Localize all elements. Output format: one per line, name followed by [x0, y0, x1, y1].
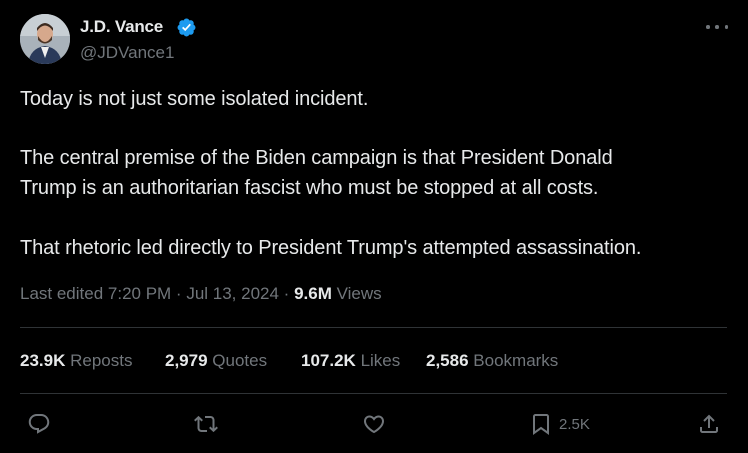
bookmark-button[interactable]: 2.5K — [529, 410, 590, 438]
avatar[interactable] — [20, 14, 70, 64]
tweet-text-line: The central premise of the Biden campaig… — [20, 147, 613, 169]
repost-button[interactable] — [194, 410, 218, 438]
views-label: Views — [336, 284, 382, 303]
edited-timestamp[interactable]: Last edited 7:20 PM · Jul 13, 2024 · — [20, 284, 289, 303]
tweet-text-line: Today is not just some isolated incident… — [20, 88, 369, 110]
bookmark-count: 2.5K — [559, 415, 590, 433]
author-handle[interactable]: @JDVance1 — [80, 43, 174, 63]
tweet-text-line: That rhetoric led directly to President … — [20, 237, 642, 259]
reply-button[interactable] — [27, 410, 51, 438]
divider — [20, 327, 727, 328]
likes-count: 107.2K — [301, 351, 356, 370]
reposts-stat[interactable]: 23.9K Reposts — [20, 351, 132, 371]
share-button[interactable] — [697, 410, 721, 438]
heart-icon — [363, 415, 385, 434]
bookmark-icon — [533, 414, 549, 435]
views-count: 9.6M — [294, 284, 332, 303]
quotes-label: Quotes — [212, 351, 268, 370]
like-button[interactable] — [362, 410, 386, 438]
likes-stat[interactable]: 107.2K Likes — [301, 351, 400, 371]
bookmarks-label: Bookmarks — [473, 351, 559, 370]
tweet-meta: Last edited 7:20 PM · Jul 13, 2024 · 9.6… — [20, 284, 382, 304]
more-options-icon[interactable] — [704, 18, 730, 36]
reply-icon — [28, 414, 50, 434]
likes-label: Likes — [360, 351, 401, 370]
divider — [20, 393, 727, 394]
repost-icon — [194, 415, 218, 433]
share-icon — [700, 414, 718, 433]
reposts-label: Reposts — [70, 351, 133, 370]
quotes-count: 2,979 — [165, 351, 208, 370]
quotes-stat[interactable]: 2,979 Quotes — [165, 351, 267, 371]
tweet-text-line: Trump is an authoritarian fascist who mu… — [20, 177, 599, 199]
bookmarks-count: 2,586 — [426, 351, 469, 370]
avatar-image — [20, 14, 70, 64]
author-name[interactable]: J.D. Vance — [80, 17, 163, 37]
verified-badge-icon — [177, 18, 196, 37]
reposts-count: 23.9K — [20, 351, 66, 370]
bookmarks-stat[interactable]: 2,586 Bookmarks — [426, 351, 558, 371]
